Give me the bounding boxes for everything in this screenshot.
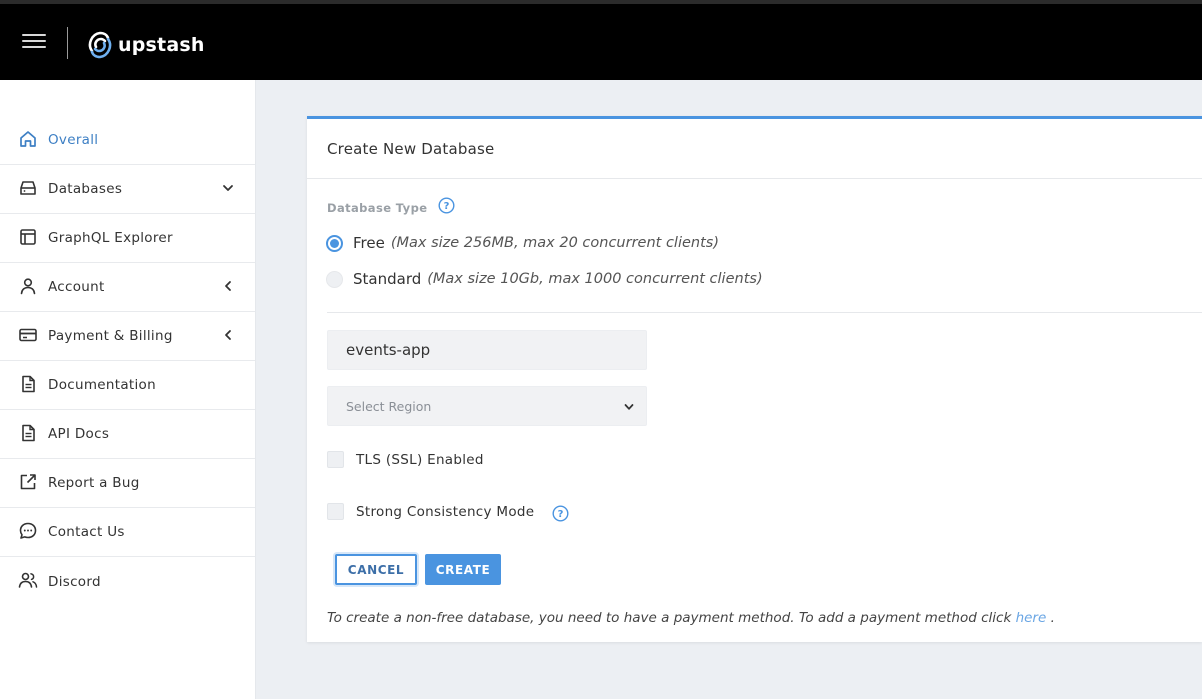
sidebar-item-label: Report a Bug [48, 475, 140, 491]
help-icon[interactable]: ? [438, 197, 455, 214]
consistency-label: Strong Consistency Mode [356, 503, 535, 520]
sidebar-item-report-a-bug[interactable]: Report a Bug [0, 459, 255, 508]
region-select[interactable]: Select Region [327, 386, 647, 426]
sidebar-item-discord[interactable]: Discord [0, 557, 255, 606]
sidebar-item-account[interactable]: Account [0, 263, 255, 312]
card-header: Create New Database [307, 119, 1202, 179]
radio-free-description: (Max size 256MB, max 20 concurrent clien… [390, 235, 719, 251]
sidebar-item-label: Contact Us [48, 524, 125, 540]
chat-bubble-icon [18, 521, 38, 541]
home-icon [18, 129, 38, 149]
form-divider [327, 312, 1202, 313]
sidebar-item-label: Databases [48, 181, 123, 197]
consistency-checkbox-row[interactable]: Strong Consistency Mode [327, 503, 534, 520]
create-button[interactable]: CREATE [425, 554, 501, 585]
chevron-left-icon [221, 328, 235, 342]
topbar-divider [67, 27, 68, 59]
radio-button-unchecked[interactable] [326, 270, 343, 288]
sidebar-item-label: API Docs [48, 426, 110, 442]
chevron-down-icon [622, 400, 636, 414]
credit-card-icon [18, 325, 38, 345]
sidebar-item-label: Discord [48, 573, 101, 590]
tls-checkbox[interactable] [327, 451, 344, 468]
payment-footnote: To create a non-free database, you need … [327, 610, 1055, 626]
tls-label: TLS (SSL) Enabled [356, 451, 484, 468]
sidebar-item-databases[interactable]: Databases [0, 165, 255, 214]
sidebar-item-label: Payment & Billing [48, 328, 173, 344]
tls-checkbox-row[interactable]: TLS (SSL) Enabled [327, 451, 484, 468]
footnote-end: . [1046, 610, 1055, 626]
sidebar-item-contact-us[interactable]: Contact Us [0, 508, 255, 557]
top-bar: upstash [0, 0, 1202, 80]
radio-standard[interactable]: Standard (Max size 10Gb, max 1000 concur… [326, 270, 763, 288]
sidebar-item-label: Overall [48, 132, 99, 148]
sidebar-item-label: GraphQL Explorer [48, 230, 173, 246]
create-database-card: Create New Database Database Type ? Free… [307, 116, 1202, 642]
chevron-down-icon [221, 181, 235, 195]
user-icon [18, 276, 38, 296]
external-link-icon [18, 472, 38, 492]
database-name-input[interactable] [327, 330, 647, 370]
cancel-button[interactable]: CANCEL [335, 554, 417, 585]
page-title: Create New Database [327, 139, 495, 158]
consistency-checkbox[interactable] [327, 503, 344, 520]
browser-window-icon [18, 227, 38, 247]
radio-button-checked[interactable] [326, 234, 343, 252]
document-icon [18, 374, 38, 394]
radio-standard-label: Standard [353, 270, 422, 288]
sidebar: Overall Databases GraphQL Explorer Accou… [0, 80, 256, 699]
chevron-left-icon [221, 279, 235, 293]
database-icon [18, 178, 38, 198]
database-type-label: Database Type [327, 201, 428, 215]
brand-logo[interactable]: upstash [88, 28, 205, 62]
svg-text:?: ? [444, 201, 450, 212]
brand-name: upstash [118, 34, 205, 56]
svg-text:?: ? [558, 509, 564, 520]
document-icon [18, 423, 38, 443]
radio-free[interactable]: Free (Max size 256MB, max 20 concurrent … [326, 234, 719, 252]
sidebar-item-api-docs[interactable]: API Docs [0, 410, 255, 459]
sidebar-item-overall[interactable]: Overall [0, 116, 255, 165]
sidebar-item-graphql-explorer[interactable]: GraphQL Explorer [0, 214, 255, 263]
sidebar-item-payment-billing[interactable]: Payment & Billing [0, 312, 255, 361]
sidebar-item-documentation[interactable]: Documentation [0, 361, 255, 410]
radio-free-label: Free [353, 234, 385, 252]
sidebar-item-label: Documentation [48, 377, 156, 393]
users-icon [18, 570, 38, 590]
help-icon[interactable]: ? [552, 505, 569, 522]
upstash-logo-icon [88, 31, 112, 59]
footnote-text: To create a non-free database, you need … [327, 610, 1016, 626]
payment-method-link[interactable]: here [1016, 610, 1047, 626]
sidebar-item-label: Account [48, 279, 105, 295]
hamburger-menu-icon[interactable] [22, 34, 46, 52]
region-select-placeholder: Select Region [346, 398, 432, 414]
radio-standard-description: (Max size 10Gb, max 1000 concurrent clie… [427, 271, 763, 287]
